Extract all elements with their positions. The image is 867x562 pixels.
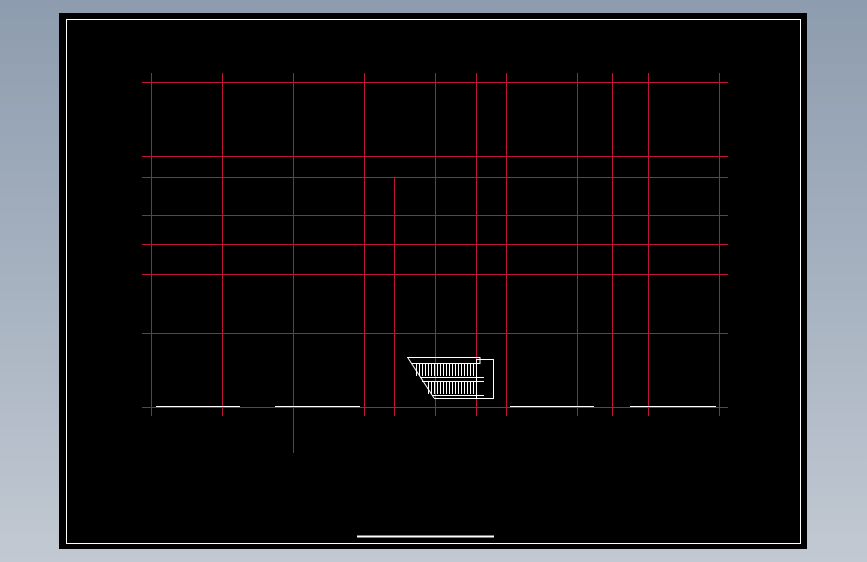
cad-drawing	[66, 19, 801, 544]
stair-outline	[476, 359, 494, 399]
stair-treads-upper	[416, 364, 477, 376]
drawing-border	[66, 19, 801, 544]
stair-upper-flight	[407, 357, 481, 364]
staircase-detail	[407, 357, 494, 399]
